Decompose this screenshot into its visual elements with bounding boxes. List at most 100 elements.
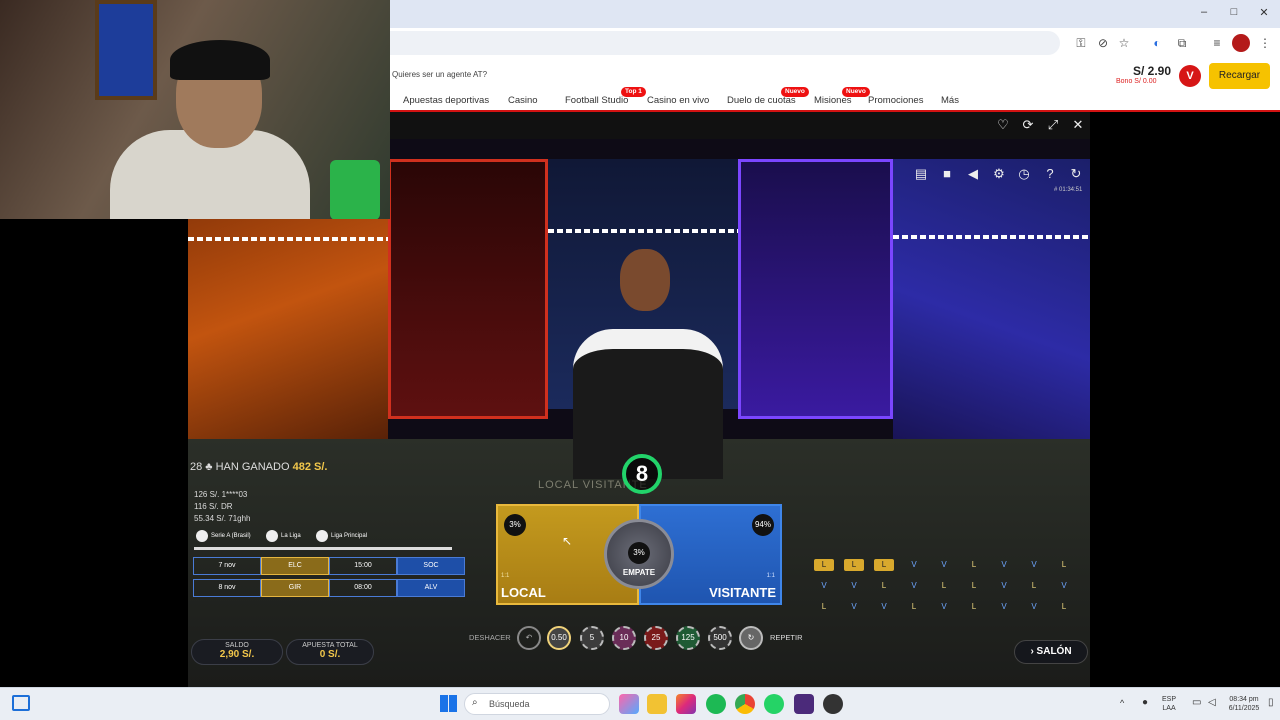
app-icon[interactable] <box>794 694 814 714</box>
chip[interactable]: 125 <box>676 626 700 650</box>
minimize-button[interactable]: – <box>1194 6 1214 18</box>
nav-promociones[interactable]: Promociones <box>868 95 923 106</box>
refresh-icon[interactable]: ⟳ <box>1020 117 1036 133</box>
user-avatar[interactable]: V <box>1179 65 1201 87</box>
notification-icon[interactable]: ▯ <box>1268 697 1274 708</box>
league-label: Serie A (Brasil) <box>211 533 251 539</box>
league-tab[interactable]: La Liga <box>266 529 301 543</box>
extension-icon[interactable]: ◐ <box>1148 34 1166 52</box>
lobby-sync-icon[interactable]: ↻ <box>1068 166 1084 182</box>
close-icon[interactable]: ✕ <box>1070 117 1086 133</box>
screen: – □ ✕ ⚿ ⊘ ☆ ◐ ⧉ ≡ ⋮ Quieres ser un agent… <box>0 0 1280 720</box>
nav-football-studio[interactable]: Football Studio <box>565 95 628 106</box>
player-art-red <box>388 159 548 419</box>
whatsapp-icon[interactable] <box>764 694 784 714</box>
help-icon[interactable]: ? <box>1042 166 1058 182</box>
roadmap-cell: V <box>851 602 857 611</box>
roadmap-cell: L <box>971 602 977 611</box>
network-icon[interactable]: ▭ <box>1192 697 1201 708</box>
address-bar[interactable] <box>390 31 1060 55</box>
fixture-date: 8 nov <box>193 579 261 597</box>
salon-label: SALÓN <box>1036 646 1072 657</box>
chip-selected[interactable]: 0.50 <box>547 626 571 650</box>
menu-icon[interactable]: ⋮ <box>1256 34 1274 52</box>
local-payout: 1:1 <box>501 573 510 579</box>
bono-balance[interactable]: Bono S/ 0.00 <box>1116 78 1156 85</box>
heart-icon[interactable]: ♡ <box>995 117 1011 133</box>
folder-icon[interactable] <box>647 694 667 714</box>
taskbar-search[interactable]: Búsqueda <box>464 693 610 715</box>
app-icon-2[interactable] <box>823 694 843 714</box>
video-icon[interactable]: ■ <box>939 166 955 182</box>
empate-percentage: 3% <box>628 542 650 564</box>
apuesta-total-pill: APUESTA TOTAL 0 S/. <box>286 639 374 665</box>
search-icon: ⌕ <box>472 697 478 708</box>
widgets-icon[interactable] <box>12 695 30 711</box>
roadmap-cell: L <box>1031 581 1037 590</box>
winner-row: 55.34 S/. 71ghh <box>194 514 251 523</box>
tab-search-icon[interactable]: ≡ <box>1208 34 1226 52</box>
chip[interactable]: 25 <box>644 626 668 650</box>
nav-mas[interactable]: Más <box>941 95 959 106</box>
roadmap-cell: L <box>874 559 894 571</box>
repeat-button[interactable]: ↻ <box>739 626 763 650</box>
balance: S/ 2.90 <box>1133 64 1172 78</box>
roadmap-cell: V <box>1061 581 1067 590</box>
undo-button[interactable]: ↶ <box>517 626 541 650</box>
volume-icon[interactable]: ◁ <box>1208 697 1216 708</box>
language-indicator[interactable]: ESP LAA <box>1162 695 1176 713</box>
league-tab[interactable]: Serie A (Brasil) <box>196 529 251 543</box>
nav-casino[interactable]: Casino <box>508 95 538 106</box>
winner-row: 116 S/. DR <box>194 502 233 511</box>
league-logo <box>266 530 278 542</box>
sound-icon[interactable]: ◀ <box>965 166 981 182</box>
nav-apuestas-deportivas[interactable]: Apuestas deportivas <box>403 95 489 106</box>
clock-date: 6/11/2025 <box>1228 705 1260 712</box>
close-window-button[interactable]: ✕ <box>1254 6 1274 19</box>
fullscreen-icon[interactable]: ⤢ <box>1045 117 1061 133</box>
tray-chevron-icon[interactable]: ^ <box>1120 698 1124 708</box>
fixtures-scrollbar[interactable] <box>194 547 452 550</box>
start-icon[interactable] <box>440 695 457 712</box>
apuesta-label: APUESTA TOTAL <box>302 642 358 649</box>
lang-layout: LAA <box>1162 705 1176 712</box>
saldo-pill: SALDO 2,90 S/. <box>191 639 283 665</box>
key-icon[interactable]: ⚿ <box>1072 34 1090 52</box>
league-label: La Liga <box>281 533 301 539</box>
browser-titlebar <box>390 0 1280 28</box>
microphone-icon[interactable]: ● <box>1142 697 1148 708</box>
salon-button[interactable]: › SALÓN <box>1014 640 1088 664</box>
spotify-icon[interactable] <box>706 694 726 714</box>
roadmap-cell: L <box>1061 560 1067 569</box>
copilot-icon[interactable] <box>619 694 639 714</box>
league-tab[interactable]: Liga Principal <box>316 529 367 543</box>
puzzle-icon[interactable]: ⧉ <box>1173 34 1191 52</box>
eye-off-icon[interactable]: ⊘ <box>1094 34 1112 52</box>
mouse-cursor: ↖ <box>562 534 573 548</box>
chat-icon[interactable]: ▤ <box>913 166 929 182</box>
local-percentage: 3% <box>504 514 526 536</box>
chip[interactable]: 5 <box>580 626 604 650</box>
league-logo <box>196 530 208 542</box>
fixture-home: GIR <box>261 579 329 597</box>
fixture-row[interactable]: 8 nov GIR 08:00 ALV <box>193 579 465 597</box>
agent-question[interactable]: Quieres ser un agente AT? <box>392 70 487 79</box>
winners-prefix: 28 ♣ HAN GANADO <box>190 461 290 473</box>
bet-empate[interactable]: 3% EMPATE <box>604 519 674 589</box>
maximize-button[interactable]: □ <box>1224 6 1244 18</box>
settings-icon[interactable]: ⚙ <box>991 166 1007 182</box>
star-icon[interactable]: ☆ <box>1115 34 1133 52</box>
profile-avatar[interactable] <box>1232 34 1250 52</box>
roadmap-cell: L <box>971 581 977 590</box>
clock[interactable]: 08:34 pm 6/11/2025 <box>1224 695 1264 713</box>
chip[interactable]: 10 <box>612 626 636 650</box>
chip[interactable]: 500 <box>708 626 732 650</box>
empate-label: EMPATE <box>622 568 656 577</box>
history-icon[interactable]: ◷ <box>1016 166 1032 182</box>
nav-casino-en-vivo[interactable]: Casino en vivo <box>647 95 709 106</box>
recargar-button[interactable]: Recargar <box>1209 63 1270 89</box>
chrome-icon[interactable] <box>735 694 755 714</box>
instagram-icon[interactable] <box>676 694 696 714</box>
fixture-row[interactable]: 7 nov ELC 15:00 SOC <box>193 557 465 575</box>
roadmap-cell: V <box>821 581 827 590</box>
